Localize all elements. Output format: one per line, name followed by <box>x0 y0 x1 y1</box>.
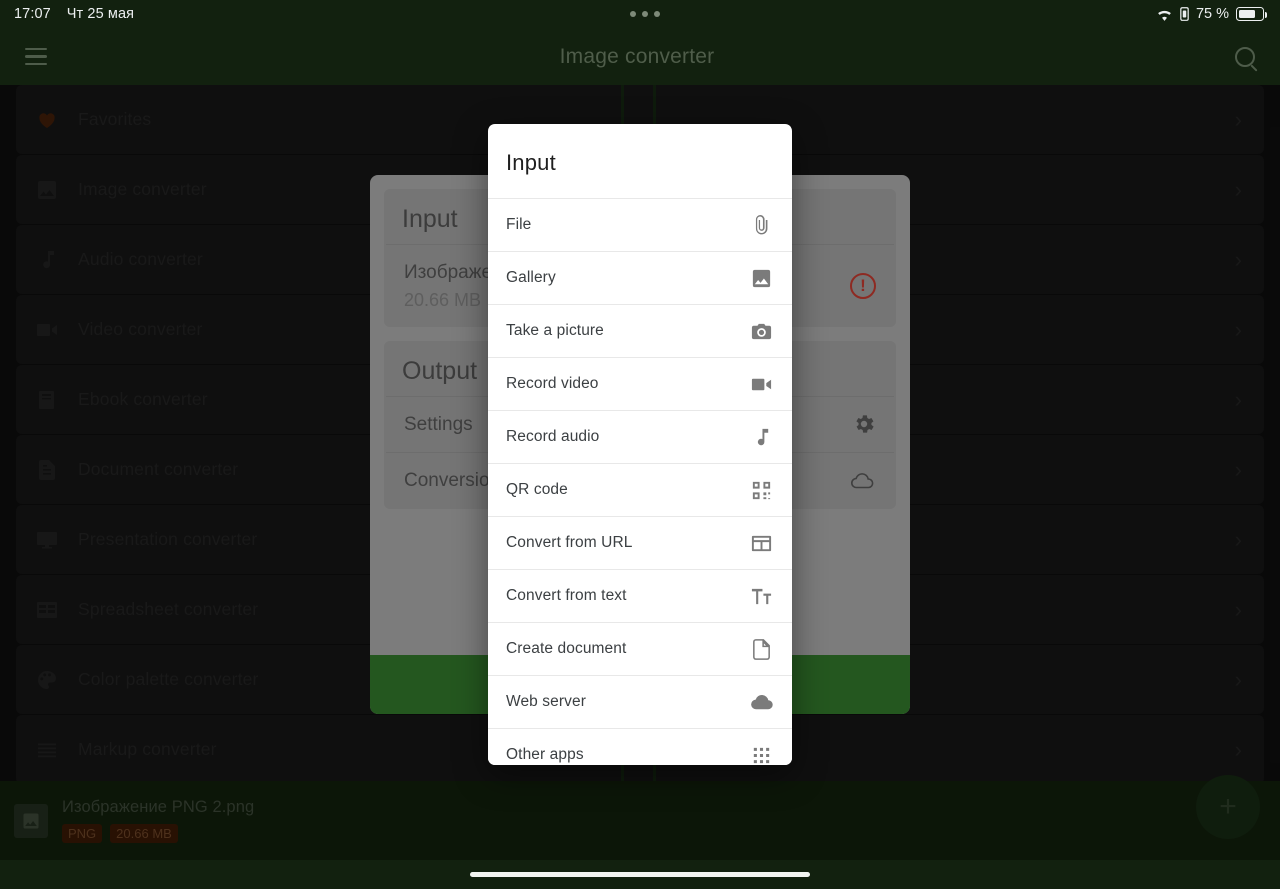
cloud-icon <box>748 689 774 715</box>
apps-grid-icon <box>748 742 774 765</box>
status-bar-right: 75 % <box>1156 6 1280 22</box>
gesture-nav-bar[interactable] <box>0 860 1280 889</box>
dialog-item-record-audio[interactable]: Record audio <box>488 410 792 463</box>
screen-root: Favorites › Image converter › Audio converte… <box>0 0 1280 889</box>
status-date: Чт 25 мая <box>66 6 135 22</box>
dialog-item-qr-code[interactable]: QR code <box>488 463 792 516</box>
input-file-size: 20.66 MB <box>404 289 482 310</box>
music-note-icon <box>748 424 774 450</box>
battery-icon <box>1236 7 1267 21</box>
browser-window-icon <box>748 530 774 556</box>
page-title: Image converter <box>559 44 715 68</box>
qr-code-icon <box>748 477 774 503</box>
dialog-item-convert-from-text[interactable]: Convert from text <box>488 569 792 622</box>
dialog-item-label: File <box>506 216 532 233</box>
dialog-item-label: Create document <box>506 640 627 657</box>
status-bar: 17:07 Чт 25 мая 75 % <box>0 0 1280 28</box>
dialog-item-web-server[interactable]: Web server <box>488 675 792 728</box>
battery-percent: 75 % <box>1195 6 1229 22</box>
camera-icon <box>748 318 774 344</box>
dialog-item-label: Take a picture <box>506 322 604 339</box>
camera-punch-hole-dots <box>134 11 1156 17</box>
image-icon <box>748 265 774 291</box>
sim-card-icon <box>1180 7 1189 21</box>
dialog-item-label: Convert from text <box>506 587 627 604</box>
dialog-item-label: Other apps <box>506 746 584 763</box>
dialog-item-other-apps[interactable]: Other apps <box>488 728 792 765</box>
status-time: 17:07 <box>14 6 51 22</box>
document-page-icon <box>748 636 774 662</box>
video-camera-icon <box>748 371 774 397</box>
dialog-item-label: Record video <box>506 375 599 392</box>
dialog-item-create-document[interactable]: Create document <box>488 622 792 675</box>
input-file-name: Изображе <box>404 262 493 283</box>
error-exclamation-icon: ! <box>850 272 876 299</box>
search-icon <box>1235 46 1255 67</box>
status-bar-left: 17:07 Чт 25 мая <box>0 6 134 22</box>
dialog-item-label: Web server <box>506 693 586 710</box>
dialog-item-record-video[interactable]: Record video <box>488 357 792 410</box>
dialog-item-take-a-picture[interactable]: Take a picture <box>488 304 792 357</box>
input-file-info: Изображе 20.66 MB <box>404 259 492 313</box>
settings-label: Settings <box>404 413 473 435</box>
paperclip-icon <box>748 212 774 238</box>
app-bar: Image converter <box>0 28 1280 85</box>
dialog-item-label: QR code <box>506 481 568 498</box>
dialog-title: Input <box>506 150 556 175</box>
dialog-item-file[interactable]: File <box>488 198 792 251</box>
gear-icon <box>852 412 876 436</box>
dialog-item-label: Convert from URL <box>506 534 633 551</box>
conversion-label: Conversion <box>404 470 501 492</box>
search-button[interactable] <box>1210 46 1280 67</box>
input-dialog: Input File Gallery Take a picture Record vi… <box>488 124 792 765</box>
dialog-item-convert-from-url[interactable]: Convert from URL <box>488 516 792 569</box>
hamburger-menu-icon[interactable] <box>8 47 64 66</box>
dialog-item-label: Gallery <box>506 269 556 286</box>
dialog-item-gallery[interactable]: Gallery <box>488 251 792 304</box>
cloud-icon <box>850 471 876 491</box>
dialog-item-list: File Gallery Take a picture Record video Rec… <box>488 198 792 765</box>
text-format-icon <box>748 583 774 609</box>
dialog-item-label: Record audio <box>506 428 600 445</box>
wifi-icon <box>1156 8 1173 21</box>
